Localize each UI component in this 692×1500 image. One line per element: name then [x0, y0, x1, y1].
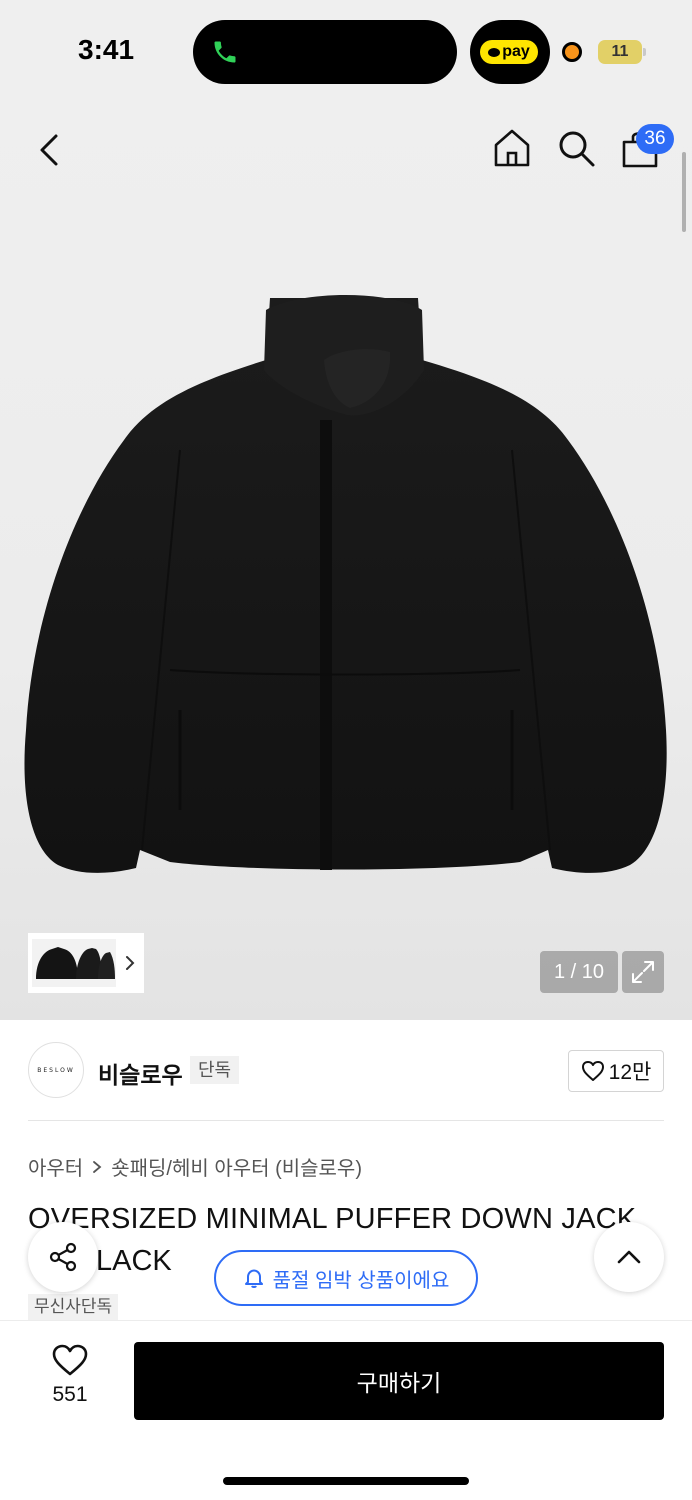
product-like-button[interactable]: 551 — [30, 1343, 110, 1423]
brand-exclusive-tag: 단독 — [190, 1056, 240, 1084]
share-button[interactable] — [28, 1222, 98, 1292]
recording-dot-icon — [562, 42, 582, 62]
chevron-right-icon — [93, 1160, 102, 1173]
kakaopay-badge: pay — [480, 40, 538, 64]
bell-icon — [244, 1269, 263, 1288]
battery-level: 11 — [611, 43, 629, 60]
battery-cap — [643, 48, 646, 56]
kakaopay-indicator[interactable]: pay — [470, 20, 550, 84]
divider — [28, 1120, 664, 1121]
buy-button[interactable]: 구매하기 — [134, 1342, 664, 1420]
brand-row: BESLOW 비슬로우 단독 12만 — [28, 1042, 664, 1098]
low-stock-notice-label: 품절 임박 상품이에요 — [272, 1269, 450, 1292]
back-arrow-icon[interactable] — [30, 130, 70, 170]
search-icon[interactable] — [556, 128, 596, 168]
pay-label: pay — [502, 43, 530, 60]
chevron-up-icon — [617, 1250, 641, 1264]
phone-call-icon — [214, 41, 236, 63]
thumbnail-image — [32, 939, 116, 987]
speech-bubble-icon — [488, 47, 501, 57]
share-icon — [49, 1242, 77, 1272]
breadcrumb-item[interactable]: 아우터 — [28, 1152, 83, 1181]
low-stock-notice-button[interactable]: 품절 임박 상품이에요 — [214, 1250, 478, 1306]
breadcrumb: 아우터 숏패딩/헤비 아우터 (비슬로우) — [28, 1152, 362, 1181]
fullscreen-button[interactable] — [622, 951, 664, 993]
image-counter: 1 / 10 — [540, 951, 618, 993]
scroll-to-top-button[interactable] — [594, 1222, 664, 1292]
brand-logo-text: BESLOW — [37, 1066, 75, 1074]
brand-logo[interactable]: BESLOW — [28, 1042, 84, 1098]
brand-like-button[interactable]: 12만 — [568, 1050, 664, 1092]
product-title-line2: LACK — [96, 1245, 172, 1277]
brand-name[interactable]: 비슬로우 — [98, 1056, 183, 1090]
heart-icon — [52, 1344, 88, 1376]
product-title: OVERSIZED MINIMAL PUFFER DOWN JACK — [28, 1203, 637, 1235]
musinsa-exclusive-tag: 무신사단독 — [28, 1294, 119, 1320]
battery-icon: 11 — [598, 40, 642, 64]
product-image — [24, 295, 667, 873]
cart-count-badge: 36 — [636, 124, 674, 154]
thumbnail-strip[interactable] — [28, 933, 144, 993]
status-time: 3:41 — [78, 34, 135, 65]
product-like-count: 551 — [52, 1383, 88, 1406]
dynamic-island[interactable] — [193, 20, 457, 84]
home-indicator[interactable] — [223, 1477, 469, 1485]
product-gallery[interactable]: 36 1 / 10 — [0, 100, 692, 1020]
chevron-right-icon — [126, 956, 135, 970]
bottom-action-bar: 551 구매하기 — [0, 1320, 692, 1500]
status-bar: 3:41 pay 11 — [0, 0, 692, 100]
brand-like-count: 12만 — [608, 1061, 652, 1084]
breadcrumb-item[interactable]: 숏패딩/헤비 아우터 (비슬로우) — [111, 1152, 362, 1181]
scrollbar[interactable] — [682, 152, 686, 232]
heart-icon — [581, 1061, 604, 1081]
home-icon[interactable] — [490, 126, 534, 170]
expand-icon — [632, 961, 654, 983]
